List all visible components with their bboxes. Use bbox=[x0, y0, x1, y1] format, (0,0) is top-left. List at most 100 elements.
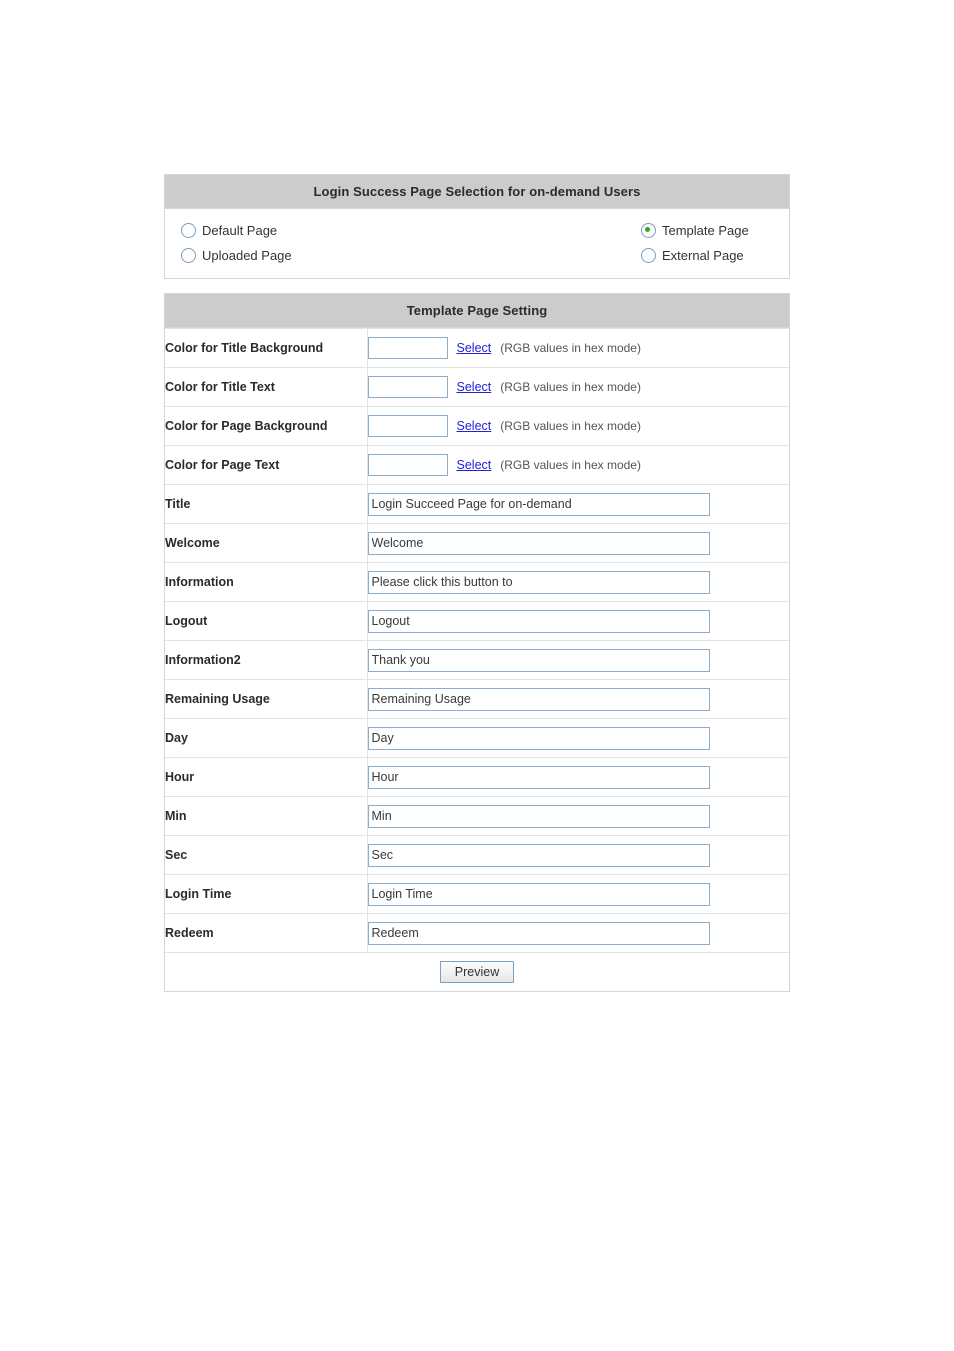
table-row: Color for Title Background Select (RGB v… bbox=[165, 328, 790, 368]
row-label: Day bbox=[165, 718, 368, 758]
logout-input[interactable] bbox=[367, 609, 710, 633]
select-color-link[interactable]: Select bbox=[457, 341, 492, 355]
radio-grid: Default Page Template Page Uploaded Page… bbox=[165, 218, 789, 268]
table-row: Hour bbox=[165, 757, 789, 797]
information-input[interactable] bbox=[367, 570, 710, 594]
radio-template-page-icon[interactable] bbox=[641, 223, 656, 238]
table-row: Day bbox=[165, 718, 789, 758]
table-row: Information2 bbox=[165, 640, 789, 680]
table-row: Color for Page Background Select (RGB va… bbox=[165, 406, 790, 446]
row-field: Select (RGB values in hex mode) bbox=[367, 328, 790, 368]
row-label: Title bbox=[165, 484, 368, 524]
hour-input[interactable] bbox=[367, 765, 710, 789]
row-field bbox=[367, 796, 789, 836]
row-label: Color for Title Text bbox=[165, 367, 368, 407]
option-external-page[interactable]: External Page bbox=[477, 243, 789, 268]
row-field bbox=[367, 874, 789, 914]
welcome-input[interactable] bbox=[367, 531, 710, 555]
redeem-input[interactable] bbox=[367, 921, 710, 945]
selection-options: Default Page Template Page Uploaded Page… bbox=[165, 209, 789, 278]
table-row: Remaining Usage bbox=[165, 679, 789, 719]
title-input[interactable] bbox=[367, 492, 710, 516]
color-title-text-input[interactable] bbox=[367, 376, 448, 398]
row-field bbox=[367, 640, 789, 680]
row-field: Select (RGB values in hex mode) bbox=[367, 406, 790, 446]
radio-default-page-icon[interactable] bbox=[181, 223, 196, 238]
option-default-page[interactable]: Default Page bbox=[165, 218, 477, 243]
table-row: Information bbox=[165, 562, 789, 602]
min-input[interactable] bbox=[367, 804, 710, 828]
row-field bbox=[367, 835, 789, 875]
row-label: Logout bbox=[165, 601, 368, 641]
table-row: Color for Page Text Select (RGB values i… bbox=[165, 445, 790, 485]
row-field bbox=[367, 757, 789, 797]
table-row: Logout bbox=[165, 601, 789, 641]
hex-hint: (RGB values in hex mode) bbox=[500, 341, 641, 355]
hex-hint: (RGB values in hex mode) bbox=[500, 380, 641, 394]
radio-external-page-icon[interactable] bbox=[641, 248, 656, 263]
color-page-background-input[interactable] bbox=[367, 415, 448, 437]
table-row: Redeem bbox=[165, 913, 789, 953]
row-label: Information2 bbox=[165, 640, 368, 680]
selection-panel-title: Login Success Page Selection for on-dema… bbox=[165, 175, 789, 209]
row-label: Color for Page Background bbox=[165, 406, 368, 446]
row-field bbox=[367, 601, 789, 641]
table-footer-row: Preview bbox=[165, 952, 789, 991]
hex-hint: (RGB values in hex mode) bbox=[500, 458, 641, 472]
table-row: Color for Title Text Select (RGB values … bbox=[165, 367, 790, 407]
select-color-link[interactable]: Select bbox=[457, 419, 492, 433]
row-field: Select (RGB values in hex mode) bbox=[367, 367, 790, 407]
row-label: Min bbox=[165, 796, 368, 836]
select-color-link[interactable]: Select bbox=[457, 458, 492, 472]
option-template-page-label: Template Page bbox=[662, 223, 749, 238]
table-row: Min bbox=[165, 796, 789, 836]
day-input[interactable] bbox=[367, 726, 710, 750]
row-label: Login Time bbox=[165, 874, 368, 914]
row-field bbox=[367, 679, 789, 719]
color-title-background-input[interactable] bbox=[367, 337, 448, 359]
row-field bbox=[367, 562, 789, 602]
color-field-row: Select (RGB values in hex mode) bbox=[367, 415, 790, 437]
template-panel-title: Template Page Setting bbox=[165, 294, 789, 328]
row-label: Information bbox=[165, 562, 368, 602]
preview-button[interactable]: Preview bbox=[439, 961, 515, 983]
table-row: Login Time bbox=[165, 874, 789, 914]
row-field bbox=[367, 718, 789, 758]
information2-input[interactable] bbox=[367, 648, 710, 672]
row-field bbox=[367, 523, 789, 563]
row-label: Redeem bbox=[165, 913, 368, 953]
color-page-text-input[interactable] bbox=[367, 454, 448, 476]
template-settings-body: Color for Title Background Select (RGB v… bbox=[165, 328, 790, 991]
color-field-row: Select (RGB values in hex mode) bbox=[367, 337, 790, 359]
color-field-row: Select (RGB values in hex mode) bbox=[367, 454, 790, 476]
template-page-setting-panel: Template Page Setting Color for Title Ba… bbox=[164, 293, 790, 992]
row-label: Remaining Usage bbox=[165, 679, 368, 719]
row-label: Hour bbox=[165, 757, 368, 797]
row-label: Color for Page Text bbox=[165, 445, 368, 485]
option-template-page[interactable]: Template Page bbox=[477, 218, 789, 243]
template-settings-table: Color for Title Background Select (RGB v… bbox=[165, 328, 789, 991]
table-row: Welcome bbox=[165, 523, 789, 563]
settings-page: Login Success Page Selection for on-dema… bbox=[164, 174, 790, 992]
preview-button-cell: Preview bbox=[165, 952, 789, 991]
option-external-page-label: External Page bbox=[662, 248, 744, 263]
row-field bbox=[367, 913, 789, 953]
sec-input[interactable] bbox=[367, 843, 710, 867]
login-success-page-selection-panel: Login Success Page Selection for on-dema… bbox=[164, 174, 790, 279]
option-uploaded-page-label: Uploaded Page bbox=[202, 248, 292, 263]
table-row: Sec bbox=[165, 835, 789, 875]
login-time-input[interactable] bbox=[367, 882, 710, 906]
color-field-row: Select (RGB values in hex mode) bbox=[367, 376, 790, 398]
row-field: Select (RGB values in hex mode) bbox=[367, 445, 790, 485]
hex-hint: (RGB values in hex mode) bbox=[500, 419, 641, 433]
select-color-link[interactable]: Select bbox=[457, 380, 492, 394]
row-label: Color for Title Background bbox=[165, 328, 368, 368]
row-label: Welcome bbox=[165, 523, 368, 563]
row-field bbox=[367, 484, 789, 524]
row-label: Sec bbox=[165, 835, 368, 875]
table-row: Title bbox=[165, 484, 789, 524]
remaining-usage-input[interactable] bbox=[367, 687, 710, 711]
option-uploaded-page[interactable]: Uploaded Page bbox=[165, 243, 477, 268]
option-default-page-label: Default Page bbox=[202, 223, 278, 238]
radio-uploaded-page-icon[interactable] bbox=[181, 248, 196, 263]
